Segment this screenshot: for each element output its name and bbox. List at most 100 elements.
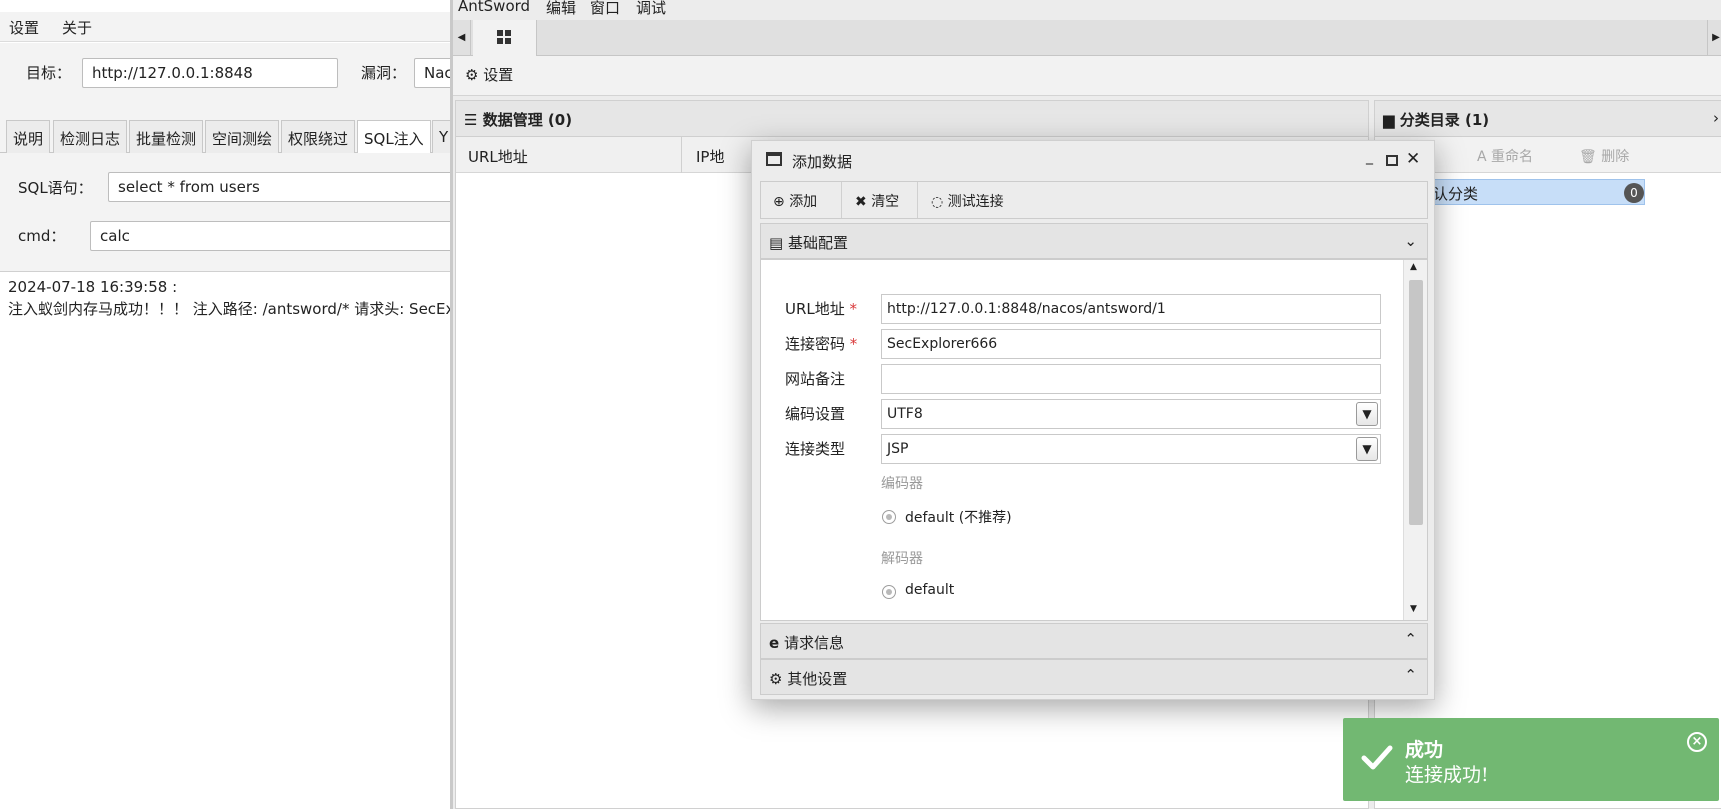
spinner-icon: ◌ [931, 194, 944, 210]
antsword-menubar: AntSword 编辑 窗口 调试 [453, 0, 1721, 18]
minimize-icon[interactable]: _ [1366, 149, 1373, 165]
dialog-toolbar: ⊕ 添加 ✖ 清空 ◌ 测试连接 [760, 181, 1428, 219]
folder-icon: ▆ [1383, 111, 1395, 129]
category-count-badge: 0 [1624, 183, 1644, 203]
collapse-chevron-icon[interactable]: › [1713, 109, 1719, 127]
plus-circle-icon: ⊕ [773, 194, 785, 210]
toolbar-divider [917, 182, 918, 218]
category-panel-header: ▆ 分类目录 (1) › [1375, 101, 1721, 137]
decoder-radio[interactable] [882, 585, 896, 599]
settings-button[interactable]: ⚙ 设置 [465, 64, 513, 85]
menu-settings[interactable]: 设置 [9, 17, 39, 38]
cmd-label: cmd： [18, 227, 66, 245]
section-basic-header[interactable]: ▤ 基础配置 ⌄ [760, 223, 1428, 259]
chevron-up-icon: ⌃ [1404, 630, 1417, 648]
data-panel-header: ☰ 数据管理 (0) [456, 101, 1368, 137]
url-input[interactable]: http://127.0.0.1:8848/nacos/antsword/1 [881, 294, 1381, 324]
url-label-text: URL地址 [785, 300, 845, 318]
menu-about[interactable]: 关于 [62, 17, 92, 38]
section-request-header[interactable]: e 请求信息 ⌃ [760, 623, 1428, 659]
log-timestamp: 2024-07-18 16:39:58 : [8, 278, 178, 296]
tab-detect-log[interactable]: 检测日志 [53, 120, 128, 153]
scroll-up-icon[interactable]: ▲ [1410, 262, 1417, 272]
encoding-select[interactable]: UTF8 ▼ [881, 399, 1381, 429]
add-data-dialog: 添加数据 _ ✕ ⊕ 添加 ✖ 清空 ◌ 测试连接 ▤ 基础配置 ⌄ URL地址… [751, 140, 1435, 700]
times-icon: ✖ [855, 194, 867, 210]
tab-home[interactable] [473, 20, 537, 56]
tab-space-mapping[interactable]: 空间测绘 [205, 120, 280, 153]
password-input[interactable]: SecExplorer666 [881, 329, 1381, 359]
toast-close-icon[interactable]: × [1687, 732, 1707, 752]
tab-auth-bypass[interactable]: 权限绕过 [281, 120, 356, 153]
category-rename-button[interactable]: A 重命名 [1477, 146, 1533, 166]
dialog-title: 添加数据 [792, 153, 853, 171]
tab-scroll-right-icon[interactable]: ▶ [1707, 20, 1721, 56]
target-input[interactable]: http://127.0.0.1:8848 [82, 58, 338, 88]
settings-button-label: 设置 [483, 66, 514, 84]
tab-batch-detect[interactable]: 批量检测 [129, 120, 204, 153]
toast-title: 成功 [1405, 739, 1444, 761]
log-message: 注入蚁剑内存马成功！！！ 注入路径: /antsword/* 请求头: SecE… [8, 300, 452, 318]
left-tool-window: 设置 关于 目标： http://127.0.0.1:8848 漏洞： Nac … [0, 0, 452, 809]
left-tabbar: 说明 检测日志 批量检测 空间测绘 权限绕过 SQL注入 Y [0, 115, 452, 153]
type-select-value: JSP [887, 441, 909, 457]
dialog-test-label: 测试连接 [947, 194, 1004, 210]
dialog-add-button[interactable]: ⊕ 添加 [773, 191, 817, 211]
trash-icon: 🗑 [1579, 149, 1597, 165]
section-other-header[interactable]: ⚙ 其他设置 ⌃ [760, 659, 1428, 695]
type-select[interactable]: JSP ▼ [881, 434, 1381, 464]
tab-sql-injection[interactable]: SQL注入 [357, 120, 431, 153]
chevron-down-icon: ▼ [1356, 437, 1378, 461]
close-icon[interactable]: ✕ [1406, 149, 1420, 169]
tab-readme[interactable]: 说明 [6, 120, 51, 153]
sql-form: SQL语句： select * from users cmd： calc [0, 153, 452, 272]
chevron-down-icon: ⌄ [1404, 232, 1417, 250]
type-label: 连接类型 [785, 440, 846, 458]
list-icon: ☰ [464, 111, 478, 129]
password-label-text: 连接密码 [785, 335, 846, 353]
menu-antsword[interactable]: AntSword [458, 0, 530, 15]
vuln-select[interactable]: Nac [414, 58, 452, 88]
toast-message: 连接成功! [1405, 764, 1489, 786]
cmd-input[interactable]: calc [90, 221, 452, 251]
column-ip[interactable]: IP地 [696, 146, 724, 167]
dialog-clear-button[interactable]: ✖ 清空 [855, 191, 899, 211]
url-label: URL地址 * [785, 298, 857, 319]
encoder-option-label[interactable]: default (不推荐) [905, 507, 1012, 527]
section-request-title: 请求信息 [783, 634, 844, 652]
sql-input[interactable]: select * from users [108, 172, 452, 202]
chevron-down-icon: ▼ [1356, 402, 1378, 426]
category-rename-label: 重命名 [1491, 149, 1534, 165]
decoder-option-label[interactable]: default [905, 582, 954, 598]
note-input[interactable] [881, 364, 1381, 394]
encoding-label: 编码设置 [785, 405, 846, 423]
cogs-icon: ⚙ [769, 670, 783, 688]
column-url[interactable]: URL地址 [468, 146, 528, 167]
menu-edit[interactable]: 编辑 [546, 0, 576, 18]
maximize-icon[interactable] [1386, 155, 1398, 166]
scrollbar-thumb[interactable] [1409, 280, 1423, 525]
tab-more[interactable]: Y [432, 120, 452, 153]
antsword-window: AntSword 编辑 窗口 调试 ◀ ▶ ⚙ 设置 ☰ 数据管理 (0) UR… [450, 0, 1721, 809]
menu-debug[interactable]: 调试 [636, 0, 666, 18]
gear-icon: ⚙ [465, 66, 479, 84]
sql-label: SQL语句： [18, 179, 93, 197]
font-icon: A [1477, 149, 1487, 165]
window-icon [766, 152, 782, 166]
decoder-title: 解码器 [881, 551, 923, 567]
required-marker: * [849, 335, 858, 353]
ie-icon: e [769, 634, 780, 652]
dialog-titlebar[interactable]: 添加数据 _ ✕ [752, 141, 1434, 181]
basic-config-form: URL地址 * http://127.0.0.1:8848/nacos/ants… [760, 259, 1428, 621]
form-scrollbar[interactable]: ▲ ▼ [1403, 260, 1427, 620]
tab-scroll-left-icon[interactable]: ◀ [453, 20, 471, 56]
dialog-test-connection-button[interactable]: ◌ 测试连接 [931, 191, 1004, 211]
target-label: 目标： [26, 64, 72, 82]
chevron-up-icon: ⌃ [1404, 666, 1417, 684]
encoder-radio[interactable] [882, 510, 896, 524]
category-delete-button[interactable]: 🗑 删除 [1579, 146, 1629, 166]
scroll-down-icon[interactable]: ▼ [1410, 604, 1417, 614]
column-divider [681, 137, 682, 173]
file-icon: ▤ [769, 234, 784, 252]
menu-window[interactable]: 窗口 [590, 0, 620, 18]
